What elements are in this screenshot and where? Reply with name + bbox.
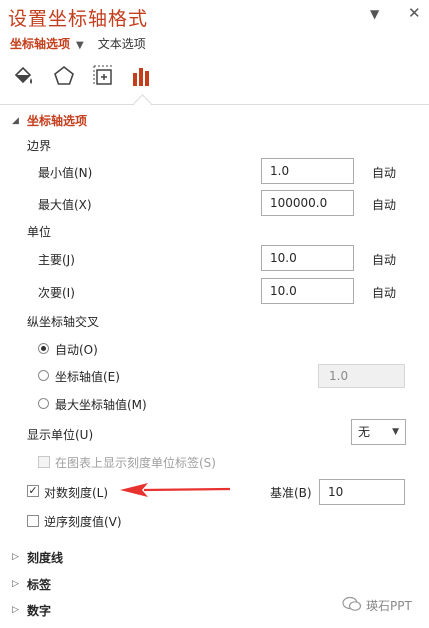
show-units-label-checkbox[interactable] <box>38 456 50 468</box>
radio-cross-auto[interactable] <box>38 343 49 354</box>
cross-value-input[interactable]: 1.0 <box>318 364 405 388</box>
expand-triangle-icon[interactable]: ▷ <box>12 605 19 615</box>
tab-axis-options[interactable]: 坐标轴选项 <box>10 37 70 51</box>
pane-options-dropdown-icon[interactable]: ▼ <box>370 7 379 21</box>
radio-cross-auto-label[interactable]: 自动(O) <box>55 341 98 358</box>
display-units-value: 无 <box>358 425 371 439</box>
size-properties-icon[interactable] <box>92 64 116 88</box>
show-units-label-text: 在图表上显示刻度单位标签(S) <box>55 456 216 470</box>
pane-tabs: 坐标轴选项 ▼ 文本选项 <box>10 35 146 52</box>
max-label: 最大值(X) <box>38 198 92 212</box>
effects-pentagon-icon[interactable] <box>52 64 76 88</box>
axis-options-bar-chart-icon[interactable] <box>130 64 154 88</box>
watermark-text: 瑛石PPT <box>366 599 412 613</box>
active-icon-pointer <box>133 94 152 113</box>
radio-cross-value-label[interactable]: 坐标轴值(E) <box>55 368 120 385</box>
annotation-arrow-icon <box>118 479 233 504</box>
expand-triangle-icon[interactable]: ▷ <box>12 579 19 589</box>
bounds-label: 边界 <box>27 139 52 153</box>
minor-auto-button[interactable]: 自动 <box>372 284 396 301</box>
reverse-order-checkbox[interactable] <box>27 515 39 527</box>
major-unit-input[interactable]: 10.0 <box>261 245 354 271</box>
log-scale-label[interactable]: 对数刻度(L) <box>44 484 108 501</box>
section-labels[interactable]: 标签 <box>27 576 51 593</box>
max-auto-button[interactable]: 自动 <box>372 196 396 213</box>
chevron-down-icon: ▼ <box>392 427 399 437</box>
log-scale-checkbox[interactable]: ✓ <box>27 485 39 497</box>
min-auto-button[interactable]: 自动 <box>372 164 396 181</box>
radio-cross-value[interactable] <box>38 370 49 381</box>
major-auto-button[interactable]: 自动 <box>372 251 396 268</box>
min-input[interactable]: 1.0 <box>261 158 354 184</box>
radio-cross-max-label[interactable]: 最大坐标轴值(M) <box>55 396 147 413</box>
section-tick-marks[interactable]: 刻度线 <box>27 549 63 566</box>
minor-unit-input[interactable]: 10.0 <box>261 278 354 304</box>
max-input[interactable]: 100000.0 <box>261 190 354 216</box>
tab-dropdown-icon[interactable]: ▼ <box>76 40 84 51</box>
wechat-icon <box>342 596 362 615</box>
axis-cross-label: 纵坐标轴交叉 <box>27 315 100 329</box>
units-label: 单位 <box>27 225 52 239</box>
log-base-label: 基准(B) <box>270 486 312 500</box>
log-base-input[interactable]: 10 <box>319 479 405 505</box>
expand-triangle-icon[interactable]: ▷ <box>12 552 19 562</box>
display-units-label: 显示单位(U) <box>27 428 94 442</box>
iconbar-divider <box>0 104 429 105</box>
radio-cross-max[interactable] <box>38 398 49 409</box>
tab-text-options[interactable]: 文本选项 <box>98 37 146 51</box>
section-number[interactable]: 数字 <box>27 602 51 619</box>
collapse-triangle-icon[interactable]: ◢ <box>12 116 19 126</box>
major-unit-label: 主要(J) <box>38 253 75 267</box>
min-label: 最小值(N) <box>38 166 93 180</box>
fill-line-icon[interactable] <box>12 64 36 88</box>
pane-title: 设置坐标轴格式 <box>8 8 149 30</box>
section-axis-options[interactable]: 坐标轴选项 <box>27 112 87 129</box>
minor-unit-label: 次要(I) <box>38 286 75 300</box>
reverse-order-label[interactable]: 逆序刻度值(V) <box>44 513 122 530</box>
display-units-select[interactable]: 无 ▼ <box>351 419 406 445</box>
close-icon[interactable]: ✕ <box>408 4 421 22</box>
